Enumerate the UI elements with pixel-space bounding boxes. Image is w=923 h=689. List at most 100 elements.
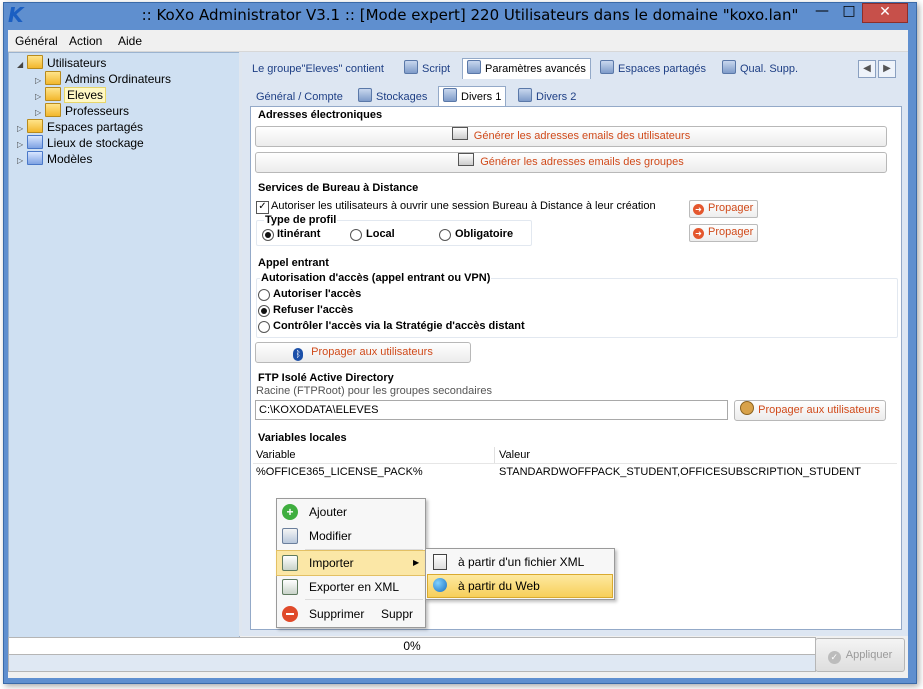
- generate-user-emails-button[interactable]: Générer les adresses emails des utilisat…: [255, 126, 887, 147]
- menu-item-label: Modifier: [309, 529, 352, 543]
- menu-action[interactable]: Action: [69, 34, 102, 48]
- profile-itinerant-radio[interactable]: [262, 229, 274, 241]
- bluetooth-icon: ᛒ: [293, 348, 304, 361]
- profile-local-radio[interactable]: [350, 229, 362, 241]
- button-label: Propager aux utilisateurs: [311, 346, 433, 358]
- email-card-icon: [458, 153, 475, 166]
- template-icon: [27, 151, 43, 165]
- menu-separator: [305, 549, 423, 550]
- export-xml-icon: [282, 579, 298, 595]
- navigation-tree: ◢ Utilisateurs ▷ Admins Ordinateurs ▷ Eleve…: [8, 52, 240, 638]
- apply-button[interactable]: ✓ Appliquer: [815, 638, 905, 672]
- section-title-emails: Adresses électroniques: [258, 109, 383, 121]
- generate-group-emails-button[interactable]: Générer les adresses emails des groupes: [255, 152, 887, 173]
- tabs-scroll-right-button[interactable]: ▶: [878, 60, 896, 78]
- button-label: Propager aux utilisateurs: [758, 404, 880, 416]
- propagate-rds-button[interactable]: ➜ Propager: [689, 200, 759, 218]
- group-folder-icon: [27, 55, 43, 69]
- menu-item-modifier[interactable]: Modifier: [277, 524, 425, 548]
- propagate-dialin-button[interactable]: ᛒ Propager aux utilisateurs: [255, 342, 471, 363]
- window-title: :: KoXo Administrator V3.1 :: [Mode expe…: [141, 6, 799, 24]
- tree-node-label: Eleves: [63, 87, 107, 103]
- menu-aide[interactable]: Aide: [118, 34, 142, 48]
- tab-divers-1[interactable]: Divers 1: [438, 86, 507, 107]
- context-menu: + Ajouter Modifier Importer ▶ Exporter e…: [276, 498, 426, 628]
- advanced-settings-icon: [467, 60, 481, 74]
- propagate-ftp-button[interactable]: Propager aux utilisateurs: [734, 400, 886, 421]
- menu-general[interactable]: Général: [15, 34, 58, 48]
- column-divider[interactable]: [494, 447, 495, 463]
- expand-icon[interactable]: ▷: [17, 153, 27, 169]
- submenu-item-from-web[interactable]: à partir du Web: [427, 574, 613, 598]
- tree-node-espaces-partages[interactable]: ▷ Espaces partagés: [17, 119, 143, 135]
- column-header-variable[interactable]: Variable: [256, 448, 296, 462]
- propagate-profile-button[interactable]: ➜ Propager: [689, 224, 759, 242]
- dialin-policy-radio[interactable]: [258, 321, 270, 333]
- collapse-icon[interactable]: ◢: [17, 57, 27, 73]
- minimize-button[interactable]: —: [808, 3, 836, 21]
- dialin-deny-radio[interactable]: [258, 305, 270, 317]
- tab-qual-supp[interactable]: Qual. Supp.: [718, 59, 802, 79]
- tree-node-utilisateurs[interactable]: ◢ Utilisateurs: [17, 55, 106, 71]
- users-icon: [722, 60, 736, 74]
- button-label: Appliquer: [845, 649, 893, 661]
- globe-icon: [433, 578, 447, 592]
- tree-node-lieux-de-stockage[interactable]: ▷ Lieux de stockage: [17, 135, 144, 151]
- tab-label: Qual. Supp.: [740, 63, 799, 75]
- section-title-rds: Services de Bureau à Distance: [258, 182, 419, 194]
- tab-general-compte[interactable]: Général / Compte: [252, 87, 347, 107]
- script-gears-icon: [404, 60, 418, 74]
- settings-icon: [443, 88, 457, 102]
- allow-rds-label: Autoriser les utilisateurs à ouvrir une …: [271, 200, 656, 212]
- storage-icon: [27, 135, 43, 149]
- section-title-dialin: Appel entrant: [258, 257, 329, 269]
- ftp-root-path-input[interactable]: C:\KOXODATA\ELEVES: [255, 400, 728, 420]
- submenu-item-from-xml-file[interactable]: à partir d'un fichier XML: [428, 551, 612, 573]
- tree-node-modeles[interactable]: ▷ Modèles: [17, 151, 92, 167]
- button-label: Propager: [708, 226, 754, 238]
- menu-item-supprimer[interactable]: Supprimer Suppr: [277, 602, 425, 626]
- section-title-ftp: FTP Isolé Active Directory: [258, 372, 394, 384]
- tab-script[interactable]: Script: [400, 59, 454, 79]
- tab-label: Script: [422, 63, 451, 75]
- tab-espaces-partages[interactable]: Espaces partagés: [596, 59, 710, 79]
- ftp-root-hint: Racine (FTPRoot) pour les groupes second…: [256, 385, 493, 397]
- menu-item-exporter-xml[interactable]: Exporter en XML: [277, 575, 425, 599]
- tab-stockages[interactable]: Stockages: [354, 87, 431, 107]
- tab-label: Paramètres avancés: [485, 63, 586, 75]
- column-header-valeur[interactable]: Valeur: [499, 448, 530, 462]
- menu-item-label: à partir du Web: [458, 579, 540, 593]
- allow-rds-checkbox[interactable]: ✓: [256, 201, 269, 214]
- tab-groupe-contient[interactable]: Le groupe"Eleves" contient: [248, 59, 388, 79]
- button-label: Générer les adresses emails des groupes: [480, 156, 684, 168]
- maximize-button[interactable]: □: [836, 3, 862, 21]
- arrow-right-icon: ➜: [693, 228, 704, 239]
- menu-separator: [305, 599, 423, 600]
- secondary-progress-bar: [8, 654, 816, 672]
- close-button[interactable]: ✕: [862, 3, 908, 23]
- koxo-logo-icon: K: [8, 3, 24, 27]
- tabs-scroll-left-button[interactable]: ◀: [858, 60, 876, 78]
- group-folder-icon: [45, 87, 61, 101]
- table-row[interactable]: %OFFICE365_LICENSE_PACK% STANDARDWOFFPAC…: [253, 464, 897, 480]
- add-icon: +: [282, 504, 298, 520]
- tab-parametres-avances[interactable]: Paramètres avancés: [462, 58, 591, 79]
- menu-bar: [8, 30, 908, 52]
- dialin-allow-label: Autoriser l'accès: [273, 288, 362, 300]
- tree-node-admins-ordinateurs[interactable]: ▷ Admins Ordinateurs: [35, 71, 171, 87]
- edit-icon: [282, 528, 298, 544]
- import-icon: [282, 555, 298, 571]
- menu-item-shortcut: Suppr: [381, 607, 414, 621]
- menu-item-ajouter[interactable]: + Ajouter: [277, 500, 425, 524]
- dialin-access-title: Autorisation d'accès (appel entrant ou V…: [260, 272, 492, 284]
- profile-obligatoire-radio[interactable]: [439, 229, 451, 241]
- tree-node-label: Utilisateurs: [47, 56, 107, 70]
- tree-node-eleves[interactable]: ▷ Eleves: [35, 87, 107, 103]
- tree-node-label: Professeurs: [65, 104, 130, 118]
- tab-label: Stockages: [376, 91, 428, 103]
- menu-item-importer[interactable]: Importer ▶: [276, 550, 426, 576]
- menu-item-label: à partir d'un fichier XML: [458, 555, 585, 569]
- tree-node-professeurs[interactable]: ▷ Professeurs: [35, 103, 129, 119]
- dialin-allow-radio[interactable]: [258, 289, 270, 301]
- tab-divers-2[interactable]: Divers 2: [514, 87, 580, 107]
